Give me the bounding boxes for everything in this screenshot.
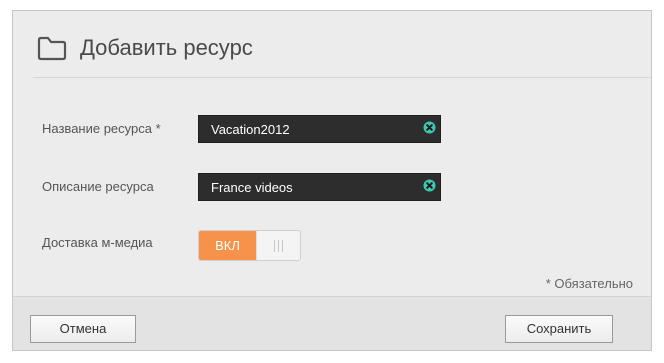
clear-icon[interactable]: [423, 121, 436, 134]
media-serving-toggle[interactable]: ВКЛ: [198, 230, 301, 261]
save-button[interactable]: Сохранить: [505, 315, 613, 343]
toggle-grip-icon: [256, 231, 300, 260]
share-description-row: Описание ресурса France videos: [13, 173, 651, 201]
header-divider: [33, 77, 651, 78]
share-name-label: Название ресурса *: [42, 121, 161, 136]
share-name-input[interactable]: Vacation2012: [198, 115, 441, 143]
toggle-on-label: ВКЛ: [199, 231, 256, 260]
share-description-value: France videos: [211, 180, 293, 195]
dialog-footer: Отмена Сохранить: [13, 296, 651, 350]
share-name-row: Название ресурса * Vacation2012: [13, 115, 651, 143]
media-serving-row: Доставка м-медиа ВКЛ: [13, 230, 651, 261]
share-description-input[interactable]: France videos: [198, 173, 441, 201]
clear-icon[interactable]: [423, 179, 436, 192]
cancel-button[interactable]: Отмена: [30, 315, 136, 343]
share-description-label: Описание ресурса: [42, 179, 154, 194]
dialog-title: Добавить ресурс: [80, 35, 253, 60]
add-share-dialog: Добавить ресурс Название ресурса * Vacat…: [12, 10, 652, 351]
media-serving-label: Доставка м-медиа: [42, 235, 153, 250]
required-note: * Обязательно: [545, 276, 633, 291]
dialog-header: Добавить ресурс: [13, 11, 651, 77]
share-name-value: Vacation2012: [211, 122, 290, 137]
folder-icon: [36, 35, 68, 61]
